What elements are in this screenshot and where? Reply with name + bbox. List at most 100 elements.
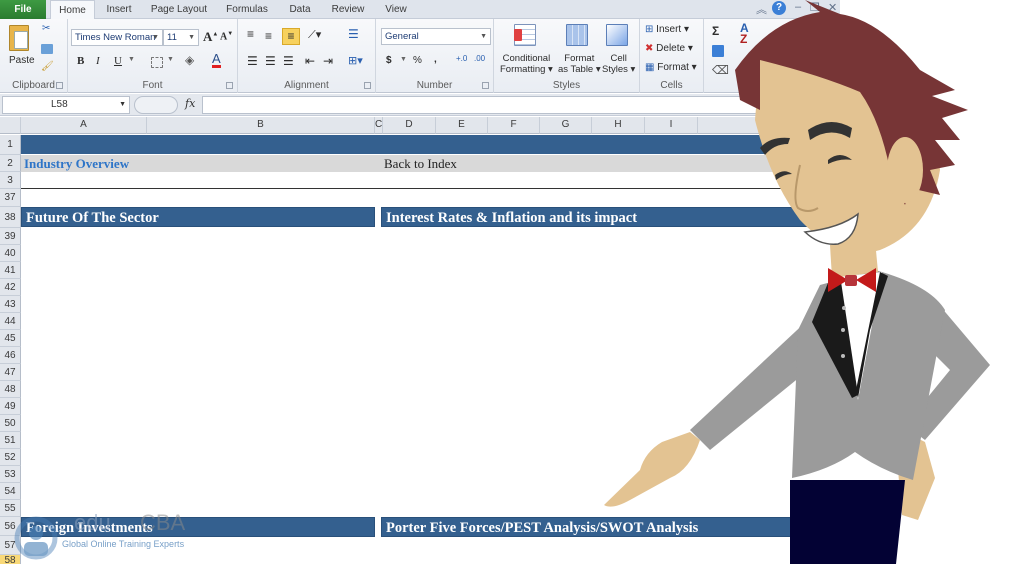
row-header-41[interactable]: 41 (0, 262, 21, 279)
font-size-combo[interactable]: 11 ▼ (163, 29, 199, 46)
font-launcher[interactable] (226, 82, 233, 89)
restore-icon[interactable]: ❐ (810, 1, 820, 14)
cut-icon[interactable]: ✂ (42, 23, 50, 34)
bold-button[interactable]: B (77, 55, 84, 67)
align-center-icon[interactable]: ☰ (265, 54, 276, 68)
tab-file[interactable]: File (0, 0, 46, 19)
row-header-53[interactable]: 53 (0, 466, 21, 483)
sort-filter-icon[interactable]: AZ (740, 22, 749, 45)
name-box[interactable]: L58 ▼ (2, 96, 130, 114)
tab-home[interactable]: Home (50, 0, 95, 20)
wrap-text-icon[interactable]: ☰ (348, 27, 359, 41)
currency-dropdown-icon[interactable]: ▼ (400, 56, 407, 63)
fill-icon[interactable] (712, 45, 724, 57)
column-header-d[interactable]: D (383, 117, 436, 134)
tab-view[interactable]: View (378, 0, 414, 19)
increase-indent-icon[interactable]: ⇥ (323, 54, 333, 68)
currency-button[interactable]: $ (386, 55, 392, 66)
tab-page-layout[interactable]: Page Layout (146, 0, 212, 19)
cell-styles-button[interactable]: Cell Styles ▾ (602, 53, 635, 75)
tab-data[interactable]: Data (282, 0, 318, 19)
row-header-49[interactable]: 49 (0, 398, 21, 415)
insert-cells-button[interactable]: ⊞ Insert ▾ (645, 24, 689, 35)
increase-decimal-icon[interactable]: +.0 (456, 54, 467, 63)
row-header-1[interactable]: 1 (0, 135, 21, 155)
tab-formulas[interactable]: Formulas (222, 0, 272, 19)
delete-cells-button[interactable]: ✖ Delete ▾ (645, 43, 693, 54)
tab-insert[interactable]: Insert (100, 0, 138, 19)
align-right-icon[interactable]: ☰ (283, 54, 294, 68)
row-header-43[interactable]: 43 (0, 296, 21, 313)
industry-overview-label[interactable]: Industry Overview (24, 156, 129, 172)
row-header-51[interactable]: 51 (0, 432, 21, 449)
close-icon[interactable]: ✕ (828, 1, 837, 14)
shrink-font-icon[interactable]: A▼ (220, 31, 233, 42)
bottom-align-icon[interactable]: ≡ (282, 28, 300, 45)
format-as-table-icon[interactable] (566, 24, 588, 46)
top-align-icon[interactable]: ≡ (247, 27, 254, 41)
font-color-icon[interactable]: A (212, 52, 221, 68)
decrease-decimal-icon[interactable]: .00 (474, 54, 485, 63)
row-header-45[interactable]: 45 (0, 330, 21, 347)
row-header-40[interactable]: 40 (0, 245, 21, 262)
format-cells-button[interactable]: ▦ Format ▾ (645, 62, 697, 73)
row-header-3[interactable]: 3 (0, 172, 21, 189)
column-header-f[interactable]: F (488, 117, 540, 134)
row-header-47[interactable]: 47 (0, 364, 21, 381)
align-left-icon[interactable]: ☰ (247, 54, 258, 68)
italic-button[interactable]: I (96, 55, 100, 67)
borders-dropdown-icon[interactable]: ▼ (167, 56, 174, 63)
column-header-a[interactable]: A (21, 117, 147, 134)
back-to-index-link[interactable]: Back to Index (384, 156, 457, 172)
paste-button[interactable]: Paste (9, 55, 35, 66)
formula-bar-resize[interactable] (134, 96, 178, 114)
middle-align-icon[interactable]: ≡ (265, 29, 272, 43)
minimize-icon[interactable]: – (795, 1, 801, 13)
conditional-formatting-button[interactable]: Conditional Formatting ▾ (500, 53, 553, 75)
row-header-39[interactable]: 39 (0, 228, 21, 245)
insert-function-button[interactable]: fx (185, 97, 195, 110)
underline-button[interactable]: U (114, 55, 122, 67)
cell-styles-icon[interactable] (606, 24, 628, 46)
grow-font-icon[interactable]: A▲ (203, 29, 218, 45)
row-header-52[interactable]: 52 (0, 449, 21, 466)
row-header-48[interactable]: 48 (0, 381, 21, 398)
borders-icon[interactable] (151, 57, 163, 68)
column-header-i[interactable]: I (645, 117, 698, 134)
copy-icon[interactable] (41, 44, 53, 54)
number-format-combo[interactable]: General ▼ (381, 28, 491, 45)
row-header-2[interactable]: 2 (0, 155, 21, 172)
format-as-table-button[interactable]: Format as Table ▾ (558, 53, 601, 75)
decrease-indent-icon[interactable]: ⇤ (305, 54, 315, 68)
row-header-38[interactable]: 38 (0, 207, 21, 228)
vertical-scrollbar[interactable] (826, 500, 838, 564)
underline-dropdown-icon[interactable]: ▼ (128, 56, 135, 63)
alignment-launcher[interactable] (364, 82, 371, 89)
number-launcher[interactable] (482, 82, 489, 89)
tab-review[interactable]: Review (326, 0, 370, 19)
merge-center-icon[interactable]: ⊞▾ (348, 54, 363, 67)
format-painter-icon[interactable]: 🖌 (41, 61, 54, 72)
comma-button[interactable]: , (434, 54, 437, 65)
row-header-50[interactable]: 50 (0, 415, 21, 432)
font-name-combo[interactable]: Times New Roman ▼ (71, 29, 163, 46)
column-header-j[interactable]: J (698, 117, 840, 134)
column-header-c[interactable]: C (375, 117, 383, 134)
column-header-b[interactable]: B (147, 117, 375, 134)
select-all-corner[interactable] (0, 117, 21, 134)
row-header-44[interactable]: 44 (0, 313, 21, 330)
column-header-h[interactable]: H (592, 117, 645, 134)
column-header-e[interactable]: E (436, 117, 488, 134)
percent-button[interactable]: % (413, 55, 422, 66)
formula-input[interactable] (202, 96, 838, 114)
orientation-icon[interactable]: ⟋▾ (308, 28, 321, 42)
clipboard-launcher[interactable] (56, 82, 63, 89)
fill-color-icon[interactable]: ◈ (185, 53, 194, 67)
row-header-54[interactable]: 54 (0, 483, 21, 500)
row-header-37[interactable]: 37 (0, 189, 21, 207)
row-header-42[interactable]: 42 (0, 279, 21, 296)
clear-icon[interactable]: ⌫ (712, 63, 729, 77)
help-icon[interactable]: ? (772, 1, 786, 15)
row-header-46[interactable]: 46 (0, 347, 21, 364)
minimize-ribbon-icon[interactable]: ︽ (756, 1, 767, 17)
